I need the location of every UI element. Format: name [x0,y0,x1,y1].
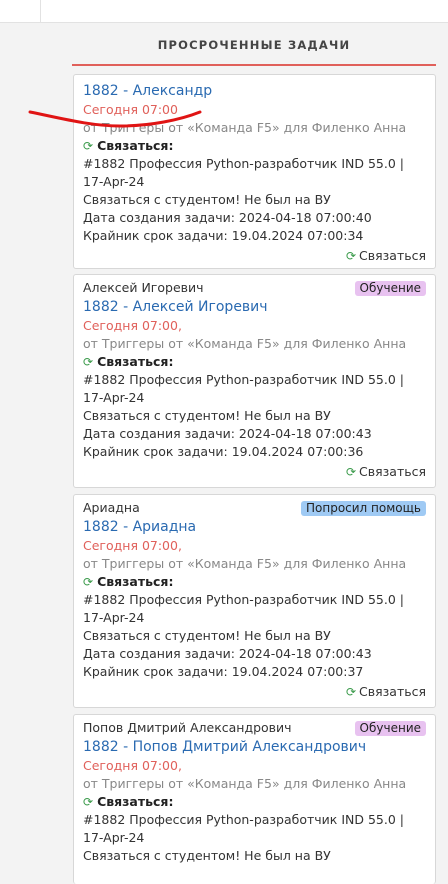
section-underline [72,64,436,66]
task-header: Ариадна Попросил помощь [83,499,426,517]
task-deadline: Крайник срок задачи: 19.04.2024 07:00:37 [83,664,364,679]
section-title: ПРОСРОЧЕННЫЕ ЗАДАЧИ [157,38,351,52]
refresh-icon: ⟳ [345,249,357,263]
contact-name: Ариадна [83,500,140,515]
task-deadline: Крайник срок задачи: 19.04.2024 07:00:36 [83,444,364,459]
task-action-label: Связаться: [97,574,174,589]
task-source: от Триггеры от «Команда F5» для Филенко … [83,556,407,571]
task-action-label: Связаться: [97,354,174,369]
task-action-line: ⟳ Связаться: [83,353,426,371]
refresh-icon: ⟳ [83,355,94,369]
task-header: Попов Дмитрий Александрович Обучение [83,719,426,737]
task-course: #1882 Профессия Python-разработчик IND 5… [83,592,404,625]
task-due-time: Сегодня 07:00 [83,102,178,117]
refresh-icon: ⟳ [345,465,357,479]
task-created: Дата создания задачи: 2024-04-18 07:00:4… [83,426,372,441]
top-bar [0,0,448,23]
task-message: Связаться с студентом! Не был на ВУ [83,848,331,863]
contact-button-label: Связаться [359,464,426,479]
task-action-label: Связаться: [97,138,174,153]
task-message: Связаться с студентом! Не был на ВУ [83,628,331,643]
task-course: #1882 Профессия Python-разработчик IND 5… [83,156,404,189]
task-due-time: Сегодня 07:00, [83,318,182,333]
task-action-label: Связаться: [97,794,174,809]
refresh-icon: ⟳ [345,685,357,699]
top-bar-divider [40,0,41,22]
refresh-icon: ⟳ [83,795,94,809]
task-message: Связаться с студентом! Не был на ВУ [83,408,331,423]
status-badge: Попросил помощь [300,501,426,516]
task-card: Попов Дмитрий Александрович Обучение 188… [73,714,436,884]
contact-name: Алексей Игоревич [83,280,204,295]
task-due-time: Сегодня 07:00, [83,758,182,773]
task-header: Алексей Игоревич Обучение [83,279,426,297]
task-created: Дата создания задачи: 2024-04-18 07:00:4… [83,210,372,225]
task-source: от Триггеры от «Команда F5» для Филенко … [83,120,407,135]
task-title-link[interactable]: 1882 - Попов Дмитрий Александрович [83,737,426,757]
status-badge: Обучение [354,721,426,736]
task-created: Дата создания задачи: 2024-04-18 07:00:4… [83,646,372,661]
contact-button[interactable]: ⟳ Связаться [83,247,426,265]
contact-button-label: Связаться [359,248,426,263]
task-message: Связаться с студентом! Не был на ВУ [83,192,331,207]
task-title-link[interactable]: 1882 - Алексей Игоревич [83,297,426,317]
task-source: от Триггеры от «Команда F5» для Филенко … [83,776,407,791]
refresh-icon: ⟳ [83,575,94,589]
task-source: от Триггеры от «Команда F5» для Филенко … [83,336,407,351]
task-title-link[interactable]: 1882 - Ариадна [83,517,426,537]
task-action-line: ⟳ Связаться: [83,573,426,591]
task-action-line: ⟳ Связаться: [83,793,426,811]
contact-name: Попов Дмитрий Александрович [83,720,292,735]
task-course: #1882 Профессия Python-разработчик IND 5… [83,372,404,405]
status-badge: Обучение [354,281,426,296]
contact-button-label: Связаться [359,684,426,699]
task-title-link[interactable]: 1882 - Александр [83,81,426,101]
task-card: Алексей Игоревич Обучение 1882 - Алексей… [73,274,436,488]
task-course: #1882 Профессия Python-разработчик IND 5… [83,812,404,845]
task-due-time: Сегодня 07:00, [83,538,182,553]
task-card: Ариадна Попросил помощь 1882 - Ариадна С… [73,494,436,708]
task-deadline: Крайник срок задачи: 19.04.2024 07:00:34 [83,228,364,243]
contact-button[interactable]: ⟳ Связаться [83,463,426,481]
refresh-icon: ⟳ [83,139,94,153]
task-card: 1882 - Александр Сегодня 07:00 от Тригге… [73,74,436,269]
contact-button[interactable]: ⟳ Связаться [83,683,426,701]
task-action-line: ⟳ Связаться: [83,137,426,155]
